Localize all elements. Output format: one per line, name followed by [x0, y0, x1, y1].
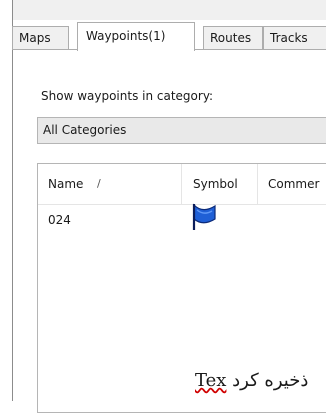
column-header-comment[interactable]: Commer [268, 164, 326, 204]
tab-tracks[interactable]: Tracks [263, 26, 326, 49]
tab-bar: Maps Waypoints(1) Routes Tracks [12, 22, 326, 51]
window-top-strip [13, 0, 326, 20]
column-separator[interactable] [257, 164, 258, 204]
list-header: Name / Symbol Commer [38, 164, 326, 205]
tab-maps[interactable]: Maps [12, 26, 69, 49]
category-select[interactable]: All Categories [37, 117, 326, 144]
column-separator[interactable] [181, 164, 182, 204]
tab-routes[interactable]: Routes [203, 26, 263, 49]
category-label: Show waypoints in category: [41, 89, 214, 103]
overlay-caption: Tex ذخیره کرد [195, 370, 308, 391]
tab-waypoints[interactable]: Waypoints(1) [77, 22, 195, 51]
window-left-border [12, 0, 13, 401]
column-header-symbol[interactable]: Symbol [193, 164, 253, 204]
table-row[interactable]: 024 [38, 203, 326, 232]
overlay-latin-text: Tex [195, 370, 227, 391]
sort-indicator: / [97, 177, 101, 190]
waypoint-name-cell: 024 [48, 213, 71, 227]
blue-flag-icon [192, 203, 216, 230]
overlay-arabic-text: ذخیره کرد [232, 370, 309, 391]
